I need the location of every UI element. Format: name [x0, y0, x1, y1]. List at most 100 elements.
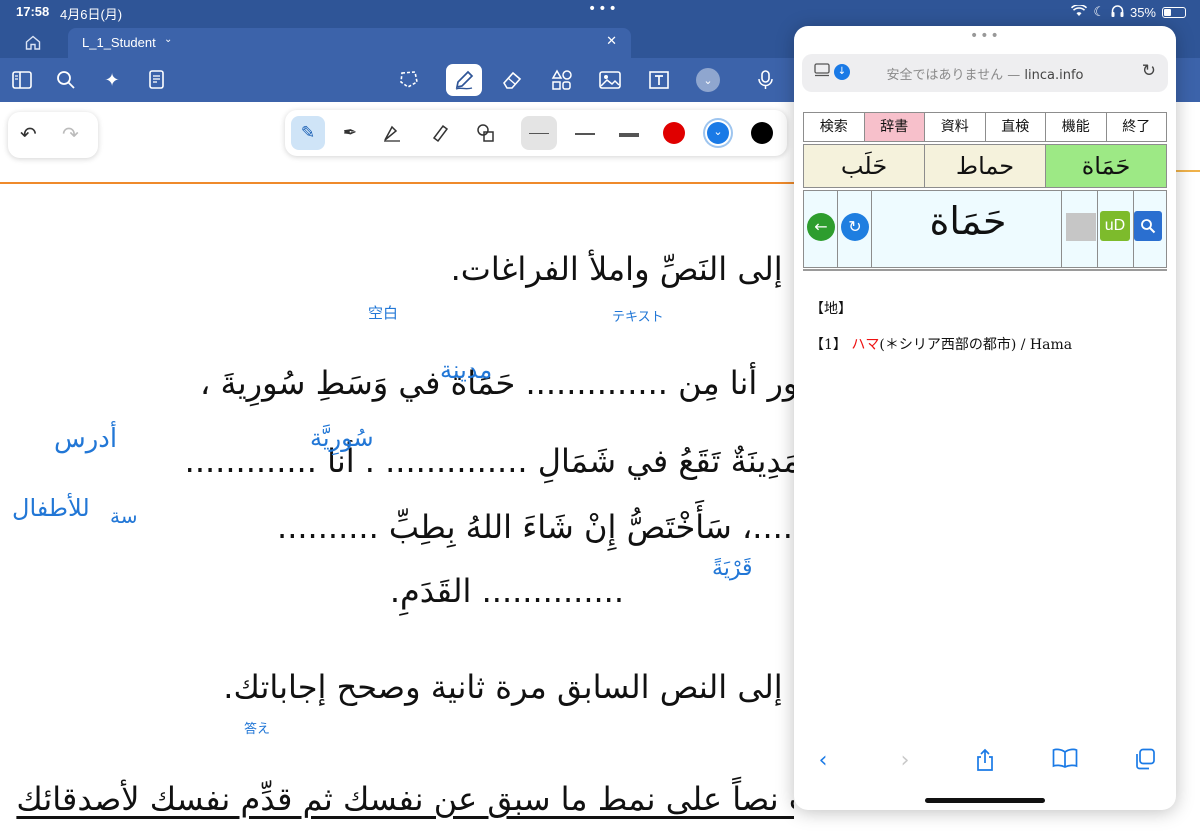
- address-bar[interactable]: ↓ 安全ではありません — linca.info ↻: [802, 54, 1168, 92]
- stroke-thick-option[interactable]: [611, 116, 647, 150]
- sparkle-icon[interactable]: ✦: [98, 67, 126, 93]
- tab-document[interactable]: L_1_Student ⌄ ✕: [68, 28, 631, 58]
- entry-category: 【地】: [810, 301, 852, 317]
- headphones-icon: [1111, 4, 1124, 20]
- pen-tools-group: ✎ ✒ ⌄: [285, 110, 787, 156]
- tab-document-label: L_1_Student: [82, 35, 156, 50]
- slide-over-grabber[interactable]: •••: [970, 28, 1001, 44]
- color-swatch-black[interactable]: [751, 122, 773, 144]
- annotation-atfal: للأطفال: [12, 494, 90, 522]
- bookmarks-icon[interactable]: [1050, 748, 1080, 774]
- status-time: 17:58: [16, 4, 50, 19]
- annotation-udrus: أدرس: [54, 424, 118, 454]
- image-icon[interactable]: [596, 67, 624, 93]
- status-date: 4月6日(月): [60, 7, 123, 22]
- search-icon[interactable]: [52, 67, 80, 93]
- wifi-icon: [1071, 3, 1088, 20]
- battery-fill: [1164, 8, 1171, 16]
- exercise-line-6: ارجع إلى النص السابق مرة ثانية وصحح إجاب…: [223, 668, 794, 706]
- pen-icon[interactable]: [446, 64, 482, 96]
- menu-materials[interactable]: 資料: [925, 113, 986, 141]
- exercise-line-7: اكتب نصاً على نمط ما سبق عن نفسك ثم قدِّ…: [16, 780, 794, 818]
- exercise-line-5: .............. القَدَمِ.: [389, 572, 624, 610]
- address-url: 安全ではありません — linca.info: [802, 64, 1168, 83]
- security-warning: 安全ではありません —: [886, 68, 1021, 83]
- undo-icon[interactable]: ↶: [20, 122, 37, 146]
- exercise-line-4: ..........، سَأَخْتَصُّ إِنْ شَاءَ اللهُ…: [277, 508, 794, 546]
- dictionary-menu: 検索 辞書 資料 直検 機能 終了: [803, 112, 1167, 142]
- candidate-words: حَلَب حماط حَمَاة: [803, 144, 1167, 188]
- more-chevron-icon[interactable]: ⌄: [696, 68, 720, 92]
- annotation-madina: مدينة: [440, 356, 493, 384]
- battery-icon: [1162, 6, 1186, 18]
- multitasking-dots[interactable]: •••: [588, 1, 619, 17]
- tab-chevron-icon[interactable]: ⌄: [164, 34, 172, 45]
- menu-functions[interactable]: 機能: [1046, 113, 1107, 141]
- headword-row: ← ↻ حَمَاة uD: [803, 190, 1167, 268]
- stroke-thin-option[interactable]: [521, 116, 557, 150]
- brush-pen-tool-icon[interactable]: [375, 116, 409, 150]
- eraser-icon[interactable]: [498, 67, 526, 93]
- ball-pen-tool-icon[interactable]: ✒: [333, 116, 367, 150]
- exercise-line-7-text: اكتب نصاً على نمط ما سبق عن نفسك ثم قدِّ…: [16, 780, 794, 818]
- menu-exit[interactable]: 終了: [1106, 113, 1166, 141]
- reload-icon[interactable]: ↻: [1142, 61, 1156, 81]
- shape-pen-tool-icon[interactable]: [469, 116, 503, 150]
- back-chevron-icon[interactable]: ‹: [808, 748, 838, 773]
- annotation-kuuran: 空白: [368, 304, 399, 322]
- home-indicator: [925, 798, 1045, 803]
- annotation-text: テキスト: [612, 310, 664, 325]
- home-icon[interactable]: [16, 30, 50, 54]
- definition-number: 【1】: [810, 337, 847, 353]
- microphone-icon[interactable]: [752, 67, 780, 93]
- headword: حَمَاة: [929, 199, 1007, 243]
- share-icon[interactable]: [970, 748, 1000, 778]
- exercise-line-2: منصور أنا مِن .............. حَمَاة في و…: [200, 364, 794, 402]
- refresh-icon[interactable]: ↻: [841, 213, 869, 241]
- forward-chevron-icon[interactable]: ›: [890, 748, 920, 773]
- definition-text: (＊シリア西部の都市) / Hama: [879, 337, 1073, 353]
- ud-button[interactable]: uD: [1100, 211, 1130, 241]
- divider: [803, 269, 1167, 271]
- document-icon[interactable]: [143, 67, 171, 93]
- textbox-icon[interactable]: [645, 67, 673, 93]
- candidate-word-3[interactable]: حَمَاة: [1046, 145, 1166, 187]
- close-tab-icon[interactable]: ✕: [606, 33, 617, 49]
- candidate-word-2[interactable]: حماط: [925, 145, 1046, 187]
- candidate-word-1[interactable]: حَلَب: [804, 145, 925, 187]
- redo-icon[interactable]: ↷: [62, 122, 79, 146]
- undo-redo-group: ↶ ↷: [8, 112, 98, 158]
- annotation-kotae: 答え: [244, 722, 271, 737]
- ipad-screen: 17:58 4月6日(月) ••• ☾ 35% L_1_Student ⌄ ✕: [0, 0, 1200, 834]
- magnifier-icon[interactable]: [1134, 211, 1162, 241]
- shapes-icon[interactable]: [548, 67, 576, 93]
- page-decoration: [1176, 170, 1200, 200]
- blank-button[interactable]: [1066, 213, 1096, 241]
- annotation-suriya: سُورِيَّة: [310, 424, 374, 452]
- annotation-partial: سة: [110, 504, 138, 528]
- status-bar: 17:58 4月6日(月) ••• ☾ 35%: [0, 0, 1200, 24]
- safari-bottom-bar: ‹ ›: [794, 738, 1176, 786]
- definition-headword-link[interactable]: ハマ: [851, 337, 879, 353]
- status-right: ☾ 35%: [1071, 3, 1186, 20]
- moon-icon: ☾: [1093, 4, 1105, 19]
- exercise-line-1: ارجع إلى النَصِّ واملأ الفراغات.: [450, 250, 794, 288]
- fountain-pen-tool-icon[interactable]: ✎: [291, 116, 325, 150]
- menu-dictionary[interactable]: 辞書: [864, 113, 925, 141]
- color-swatch-red[interactable]: [663, 122, 685, 144]
- annotation-qaryatan: قَرْيَةً: [712, 556, 753, 581]
- highlighter-tool-icon[interactable]: [423, 116, 457, 150]
- exercise-line-3: هي مَدِينَةٌ تَقَعُ في شَمَالِ .........…: [184, 442, 794, 480]
- menu-direct-search[interactable]: 直検: [985, 113, 1046, 141]
- color-swatch-blue[interactable]: ⌄: [707, 122, 729, 144]
- back-arrow-icon[interactable]: ←: [807, 213, 835, 241]
- entry-definition: 【1】 ハマ(＊シリア西部の都市) / Hama: [810, 334, 1072, 354]
- tabs-icon[interactable]: [1130, 748, 1160, 776]
- document-page[interactable]: ارجع إلى النَصِّ واملأ الفراغات. 空白 テキスト…: [0, 184, 794, 834]
- lasso-icon[interactable]: [395, 67, 423, 93]
- safari-slide-over: ••• ↓ 安全ではありません — linca.info ↻ 検索 辞書 資料 …: [794, 26, 1176, 810]
- menu-search[interactable]: 検索: [804, 113, 865, 141]
- domain-text: linca.info: [1024, 68, 1084, 83]
- stroke-medium-option[interactable]: [567, 116, 603, 150]
- sidebar-icon[interactable]: [8, 67, 36, 93]
